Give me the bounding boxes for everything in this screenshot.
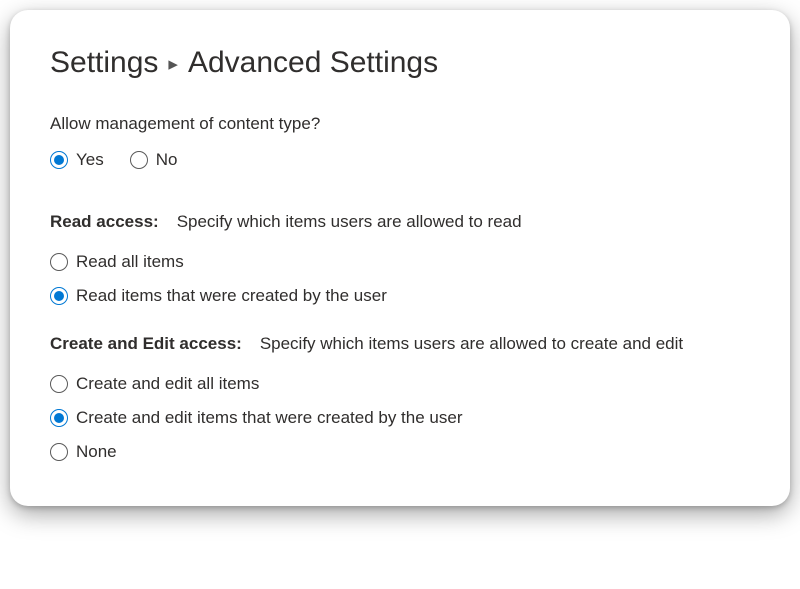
read-access-radio-group: Read all items Read items that were crea… bbox=[50, 252, 750, 306]
content-type-no-option[interactable]: No bbox=[130, 150, 178, 170]
settings-card: Settings ▸ Advanced Settings Allow manag… bbox=[10, 10, 790, 506]
read-access-title: Read access: bbox=[50, 212, 159, 232]
read-all-items-option[interactable]: Read all items bbox=[50, 252, 750, 272]
create-edit-access-section: Create and Edit access: Specify which it… bbox=[50, 334, 750, 462]
radio-label: Yes bbox=[76, 150, 104, 170]
section-header: Create and Edit access: Specify which it… bbox=[50, 334, 750, 354]
radio-icon bbox=[50, 443, 68, 461]
radio-label: Create and edit all items bbox=[76, 374, 259, 394]
content-type-radio-group: Yes No bbox=[50, 150, 750, 170]
read-own-items-option[interactable]: Read items that were created by the user bbox=[50, 286, 750, 306]
breadcrumb: Settings ▸ Advanced Settings bbox=[50, 46, 750, 80]
content-type-section: Allow management of content type? Yes No bbox=[50, 114, 750, 170]
radio-label: None bbox=[76, 442, 117, 462]
create-edit-none-option[interactable]: None bbox=[50, 442, 750, 462]
radio-icon bbox=[50, 375, 68, 393]
section-header: Read access: Specify which items users a… bbox=[50, 212, 750, 232]
radio-label: No bbox=[156, 150, 178, 170]
breadcrumb-current: Advanced Settings bbox=[188, 46, 438, 80]
breadcrumb-parent[interactable]: Settings bbox=[50, 46, 158, 80]
radio-icon bbox=[50, 409, 68, 427]
content-type-question: Allow management of content type? bbox=[50, 114, 750, 134]
radio-icon bbox=[50, 151, 68, 169]
create-edit-radio-group: Create and edit all items Create and edi… bbox=[50, 374, 750, 462]
create-edit-access-description: Specify which items users are allowed to… bbox=[260, 334, 683, 354]
radio-label: Create and edit items that were created … bbox=[76, 408, 462, 428]
read-access-section: Read access: Specify which items users a… bbox=[50, 212, 750, 306]
radio-label: Read all items bbox=[76, 252, 184, 272]
create-edit-access-title: Create and Edit access: bbox=[50, 334, 242, 354]
radio-icon bbox=[130, 151, 148, 169]
create-edit-all-option[interactable]: Create and edit all items bbox=[50, 374, 750, 394]
chevron-right-icon: ▸ bbox=[168, 53, 178, 76]
radio-icon bbox=[50, 253, 68, 271]
radio-icon bbox=[50, 287, 68, 305]
radio-label: Read items that were created by the user bbox=[76, 286, 387, 306]
create-edit-own-option[interactable]: Create and edit items that were created … bbox=[50, 408, 750, 428]
content-type-yes-option[interactable]: Yes bbox=[50, 150, 104, 170]
read-access-description: Specify which items users are allowed to… bbox=[177, 212, 522, 232]
